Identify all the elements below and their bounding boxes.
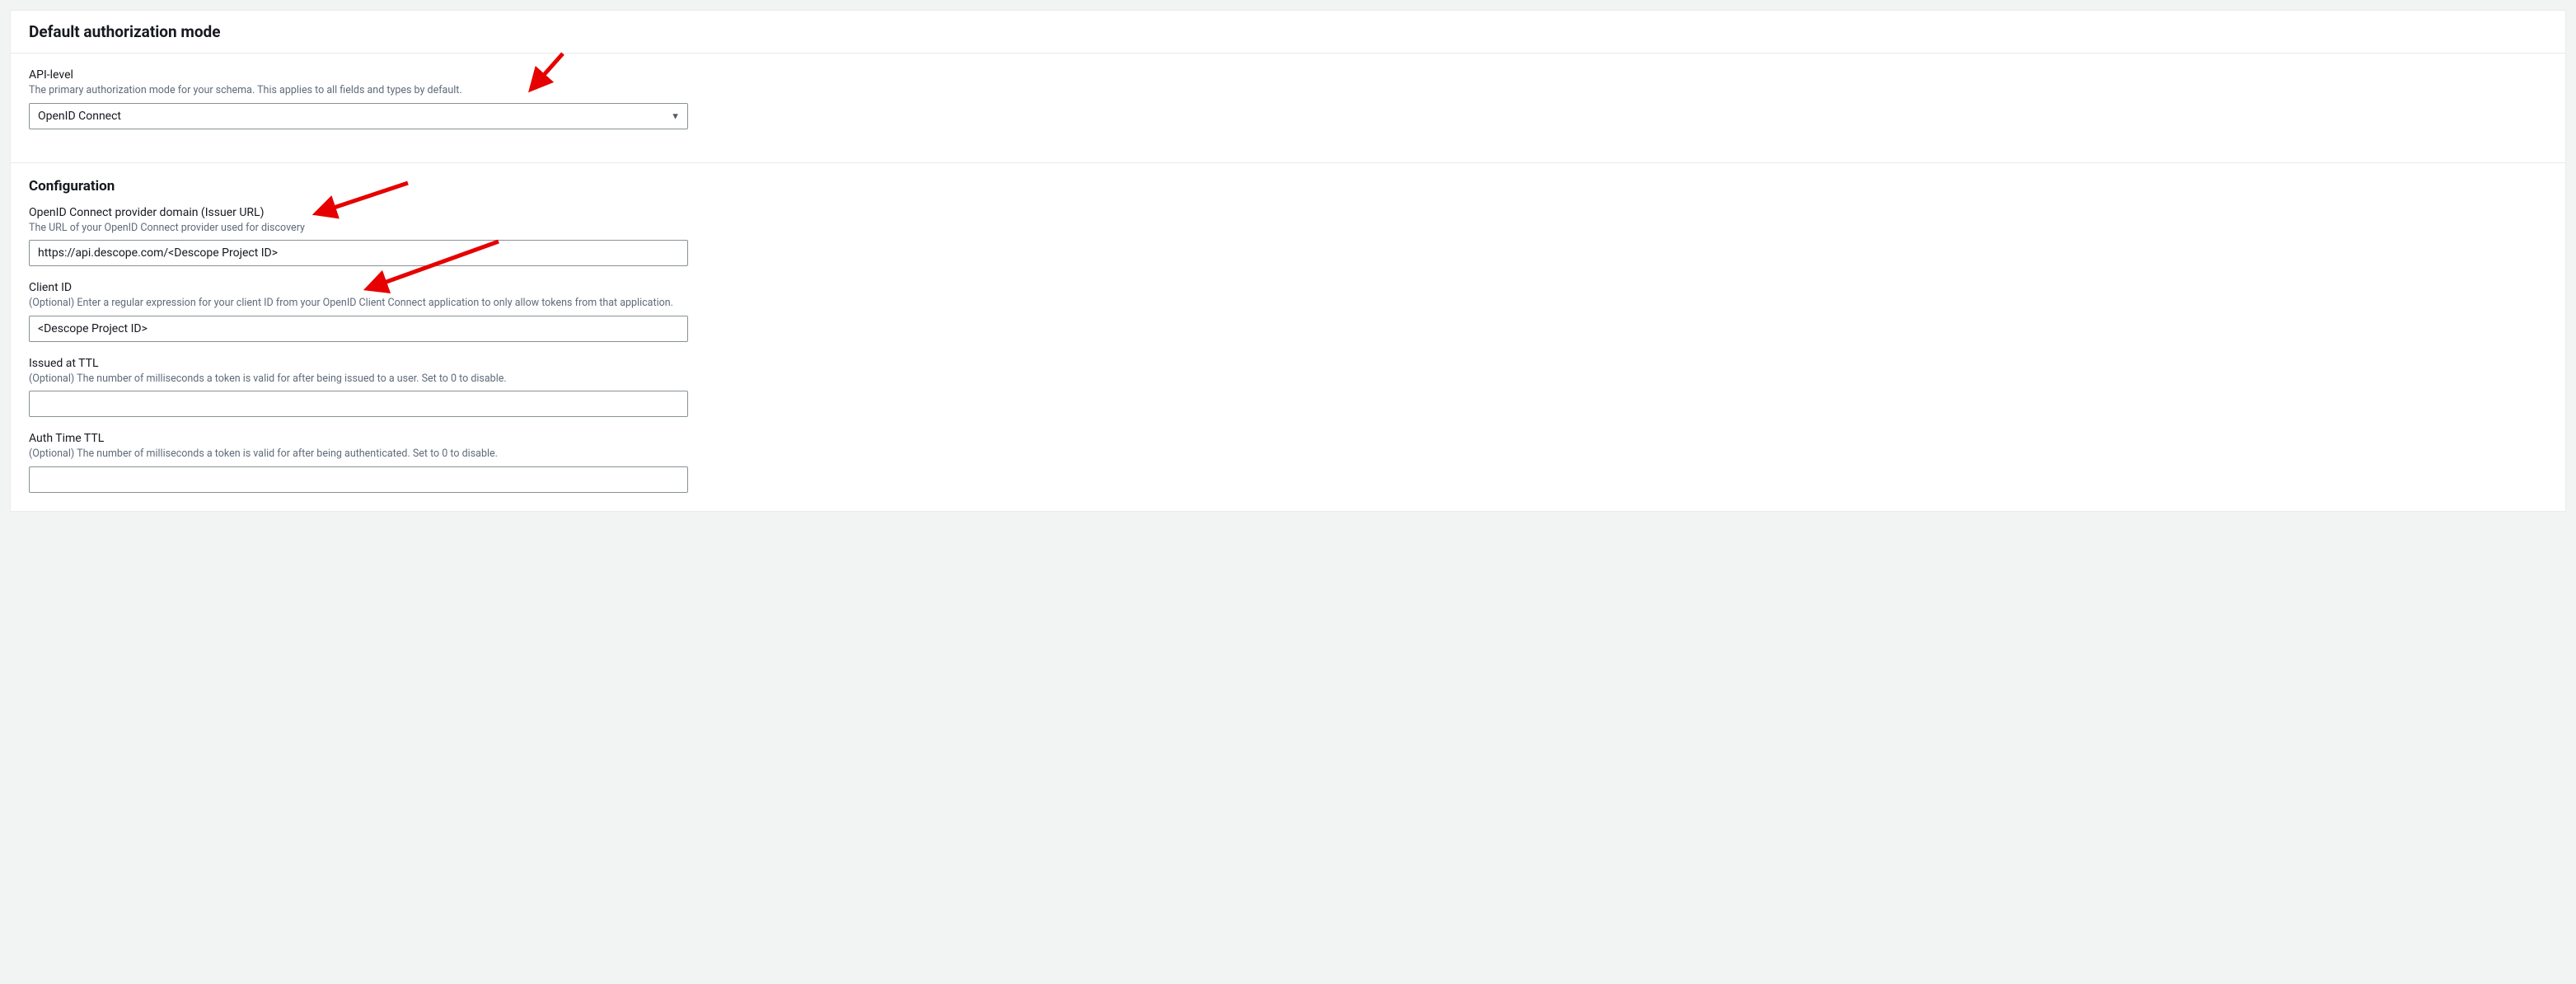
client-id-input[interactable] <box>29 316 688 342</box>
auth-time-ttl-label: Auth Time TTL <box>29 432 2547 445</box>
panel-header: Default authorization mode <box>11 11 2565 54</box>
issued-ttl-input[interactable] <box>29 391 688 417</box>
issued-ttl-hint: (Optional) The number of milliseconds a … <box>29 372 2547 387</box>
client-id-label: Client ID <box>29 281 2547 294</box>
issuer-url-label: OpenID Connect provider domain (Issuer U… <box>29 206 2547 219</box>
issuer-url-input[interactable] <box>29 240 688 266</box>
issued-ttl-label: Issued at TTL <box>29 357 2547 370</box>
configuration-section: Configuration OpenID Connect provider do… <box>11 163 2565 511</box>
configuration-heading: Configuration <box>29 178 2547 194</box>
authorization-panel: Default authorization mode API-level The… <box>10 10 2566 512</box>
auth-time-ttl-hint: (Optional) The number of milliseconds a … <box>29 447 2547 462</box>
api-level-section: API-level The primary authorization mode… <box>11 54 2565 163</box>
auth-time-ttl-field: Auth Time TTL (Optional) The number of m… <box>29 432 2547 493</box>
issuer-url-field: OpenID Connect provider domain (Issuer U… <box>29 206 2547 267</box>
client-id-field: Client ID (Optional) Enter a regular exp… <box>29 281 2547 342</box>
api-level-select-wrap: OpenID Connect ▼ <box>29 103 688 129</box>
issuer-url-hint: The URL of your OpenID Connect provider … <box>29 221 2547 236</box>
client-id-hint: (Optional) Enter a regular expression fo… <box>29 296 2547 311</box>
api-level-field: API-level The primary authorization mode… <box>29 68 2547 129</box>
issued-ttl-field: Issued at TTL (Optional) The number of m… <box>29 357 2547 418</box>
api-level-label: API-level <box>29 68 2547 82</box>
api-level-hint: The primary authorization mode for your … <box>29 83 2547 98</box>
auth-time-ttl-input[interactable] <box>29 466 688 493</box>
api-level-select[interactable]: OpenID Connect <box>29 103 688 129</box>
panel-title: Default authorization mode <box>29 22 2547 41</box>
